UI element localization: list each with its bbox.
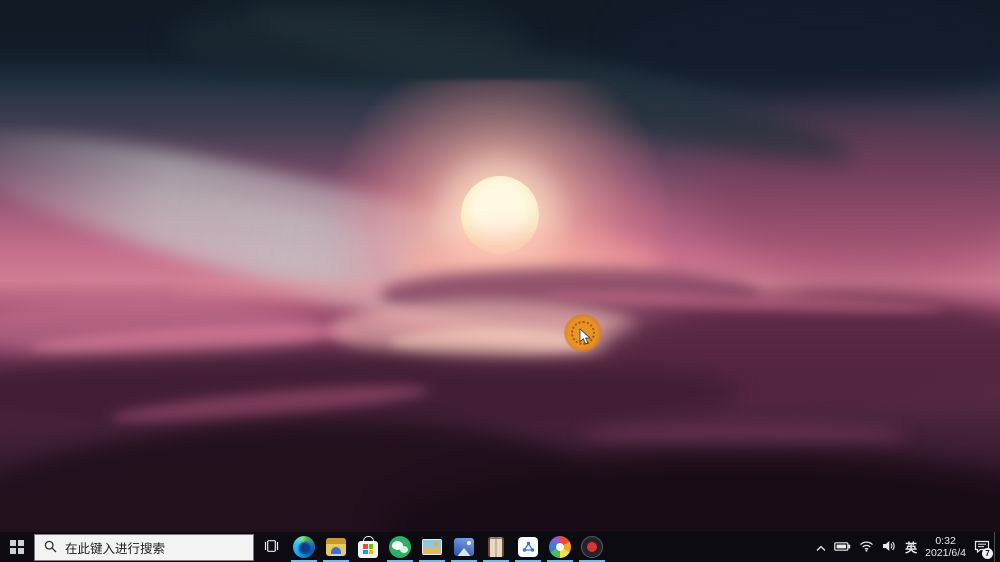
windows-logo-icon xyxy=(10,540,24,554)
task-view-icon xyxy=(263,539,280,556)
speaker-icon xyxy=(882,540,897,555)
taskbar-app-edge[interactable] xyxy=(288,532,320,562)
taskbar-clock[interactable]: 0:32 2021/6/4 xyxy=(921,532,970,562)
sea-wave-mound xyxy=(380,268,760,323)
action-center-button[interactable]: 7 xyxy=(970,532,994,562)
clock-date: 2021/6/4 xyxy=(925,547,966,559)
cloud-dark-blob-right xyxy=(620,0,1000,100)
cloud-dark-wisp xyxy=(241,0,859,184)
photo-viewer-icon xyxy=(422,539,442,555)
taskbar-app-photos[interactable] xyxy=(416,532,448,562)
hidden-icons-button[interactable] xyxy=(812,532,830,562)
sun-haze xyxy=(400,232,660,302)
sea-pink-highlight-2 xyxy=(580,424,910,446)
yellow-home-icon xyxy=(326,538,346,556)
desktop: 在此键入进行搜索 xyxy=(0,0,1000,562)
sun-glow xyxy=(330,80,670,380)
sea-wave-pink-left xyxy=(0,298,320,362)
sea-dark-band xyxy=(0,352,740,432)
clock-time: 0:32 xyxy=(935,535,955,547)
cloud-light-streak-2 xyxy=(52,151,729,383)
blue-triangle-app-icon xyxy=(518,537,538,557)
sun xyxy=(461,176,539,254)
sea-pink-streak xyxy=(30,319,361,358)
screen-recorder-icon xyxy=(581,536,603,558)
sea-horizon-light xyxy=(170,278,810,302)
battery-button[interactable] xyxy=(830,532,855,562)
wallpaper-app-icon xyxy=(454,538,474,556)
sea-wave-dark-right xyxy=(600,296,1000,406)
sky-maroon-tint xyxy=(690,110,1000,280)
taskbar-app-wechat[interactable] xyxy=(384,532,416,562)
taskbar: 在此键入进行搜索 xyxy=(0,532,1000,562)
wifi-icon xyxy=(859,540,874,555)
taskbar-app-wallpaper[interactable] xyxy=(448,532,480,562)
edge-icon xyxy=(293,536,315,558)
wallpaper xyxy=(0,0,1000,562)
cloud-dark-blob xyxy=(170,0,530,80)
search-input[interactable]: 在此键入进行搜索 xyxy=(34,534,254,561)
taskbar-app-book[interactable] xyxy=(480,532,512,562)
sea-pink-streak-right xyxy=(545,287,945,317)
cloud-dark-top xyxy=(0,0,1000,70)
wechat-icon xyxy=(389,536,411,558)
pinned-apps xyxy=(288,532,608,562)
sea-pink-highlight-3 xyxy=(210,438,470,483)
notification-badge: 7 xyxy=(982,548,993,559)
sea-pink-highlight xyxy=(110,378,431,430)
battery-icon xyxy=(834,540,851,555)
search-icon xyxy=(44,540,57,556)
chevron-up-icon xyxy=(816,540,826,555)
taskbar-app-blue-triangle[interactable] xyxy=(512,532,544,562)
cloud-light-streak xyxy=(0,92,749,397)
taskbar-app-store[interactable] xyxy=(352,532,384,562)
ime-language-indicator[interactable]: 英 xyxy=(901,532,921,562)
taskbar-app-pinwheel-browser[interactable] xyxy=(544,532,576,562)
sun-reflection-bright xyxy=(390,330,590,356)
taskbar-app-home-folder[interactable] xyxy=(320,532,352,562)
show-desktop-button[interactable] xyxy=(994,532,999,562)
taskbar-app-recorder[interactable] xyxy=(576,532,608,562)
volume-button[interactable] xyxy=(878,532,901,562)
start-button[interactable] xyxy=(0,532,34,562)
network-button[interactable] xyxy=(855,532,878,562)
search-placeholder: 在此键入进行搜索 xyxy=(65,538,165,557)
book-reader-icon xyxy=(488,537,504,557)
microsoft-store-icon xyxy=(358,541,378,558)
system-tray: 英 0:32 2021/6/4 7 xyxy=(812,532,1000,562)
mouse-cursor xyxy=(579,328,591,351)
pinwheel-browser-icon xyxy=(549,536,571,558)
task-view-button[interactable] xyxy=(254,532,288,562)
